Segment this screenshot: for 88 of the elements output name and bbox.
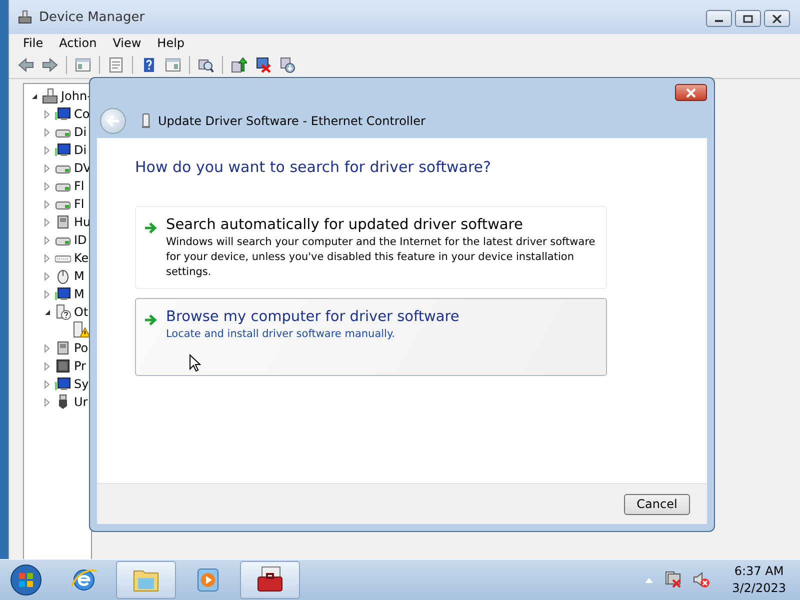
arrow-icon [144,222,158,234]
expand-arrow-icon[interactable] [43,380,52,388]
expand-arrow-icon[interactable] [43,362,52,370]
dialog-heading: How do you want to search for driver software? [135,158,492,176]
expand-arrow-icon[interactable] [43,146,52,154]
forward-arrow-icon [42,57,58,73]
option-description: Locate and install driver software manually. [166,327,396,342]
minimize-button[interactable] [706,10,732,27]
window-title: Device Manager [39,10,146,24]
network-adapter-icon [142,113,150,129]
close-button[interactable] [764,10,790,27]
console-tree-icon [75,57,91,73]
monitor-icon [55,376,71,392]
network-disconnected-icon[interactable] [664,571,682,589]
processor-icon [55,358,71,374]
expand-arrow-icon[interactable] [43,344,52,352]
clock-date: 3/2/2023 [732,580,786,597]
computer-icon [17,9,33,25]
tree-item[interactable]: Co [74,107,90,121]
toolbox-taskbar-button[interactable] [240,561,300,599]
update-driver-icon [231,57,247,73]
speaker-muted-icon[interactable] [692,571,710,589]
expand-arrow-icon[interactable] [43,398,52,406]
uninstall-device-icon [279,57,295,73]
device-icon [55,214,71,230]
tree-item[interactable]: Di [74,143,87,157]
computer-icon [42,88,58,104]
expand-arrow-icon[interactable] [43,272,52,280]
help-icon [141,57,157,73]
tree-item[interactable]: Ke [74,251,89,265]
expand-arrow-icon[interactable] [43,110,52,118]
cancel-button[interactable]: Cancel [624,494,690,514]
close-icon [685,88,697,98]
expand-arrow-icon[interactable] [43,128,52,136]
action-pane-icon [165,57,181,73]
tree-item[interactable]: ID [74,233,87,247]
tree-item[interactable]: M [74,287,84,301]
tree-item[interactable]: Fl [74,197,84,211]
tree-item[interactable]: Pr [74,359,86,373]
maximize-icon [743,14,753,22]
tree-item[interactable]: John- [61,89,91,103]
device-warning-icon[interactable] [73,321,91,339]
collapse-arrow-icon[interactable] [30,92,39,100]
monitor-icon [55,286,71,302]
tree-item[interactable]: Ot [74,305,88,319]
expand-arrow-icon[interactable] [43,236,52,244]
option-title: Search automatically for updated driver software [166,217,524,233]
menu-item[interactable]: View [104,34,150,52]
clock[interactable]: 6:37 AM 3/2/2023 [732,563,786,597]
device-icon [55,340,71,356]
option-title: Browse my computer for driver software [166,309,460,325]
back-arrow-icon [18,57,34,73]
close-button[interactable] [675,84,707,101]
menu-item[interactable]: Action [51,34,105,52]
option-description: Windows will search your computer and the Internet for the latest driver software for your device, unless you've disabled this feature in your device installation settings. [166,235,596,280]
expand-arrow-icon[interactable] [43,182,52,190]
expand-arrow-icon[interactable] [43,254,52,262]
scan-hardware-icon [198,57,214,73]
close-icon [772,14,782,22]
monitor-icon [55,106,71,122]
expand-arrow-icon[interactable] [43,200,52,208]
expand-arrow-icon[interactable] [43,290,52,298]
maximize-button[interactable] [735,10,761,27]
clock-time: 6:37 AM [734,563,784,580]
dialog-title: Update Driver Software - Ethernet Controller [158,114,426,128]
tree-item[interactable]: Di [74,125,87,139]
mouse-icon [55,268,71,284]
back-arrow-icon [106,115,120,127]
expand-arrow-icon[interactable] [43,218,52,226]
properties-icon [108,57,124,73]
back-button[interactable] [100,108,126,134]
mouse-pointer-icon [189,354,201,372]
unknown-device-icon [55,304,71,320]
driver-option[interactable] [135,206,607,289]
monitor-icon [55,142,71,158]
tree-item[interactable]: Po [74,341,88,355]
driver-option[interactable]: Browse my computer for driver software Locate and install driver software manually. [135,298,607,376]
arrow-icon [144,314,158,326]
disable-device-icon [255,57,271,73]
tree-item[interactable]: Ur [74,395,88,409]
expand-arrow-icon[interactable] [43,164,52,172]
collapse-arrow-icon[interactable] [43,308,52,316]
folder-taskbar-button[interactable] [116,561,176,599]
menu-item[interactable]: File [15,34,52,52]
tree-item[interactable]: Sy [74,377,89,391]
tree-item[interactable]: M [74,269,84,283]
menu-item[interactable]: Help [149,34,193,52]
tree-item[interactable]: Fl [74,179,84,193]
